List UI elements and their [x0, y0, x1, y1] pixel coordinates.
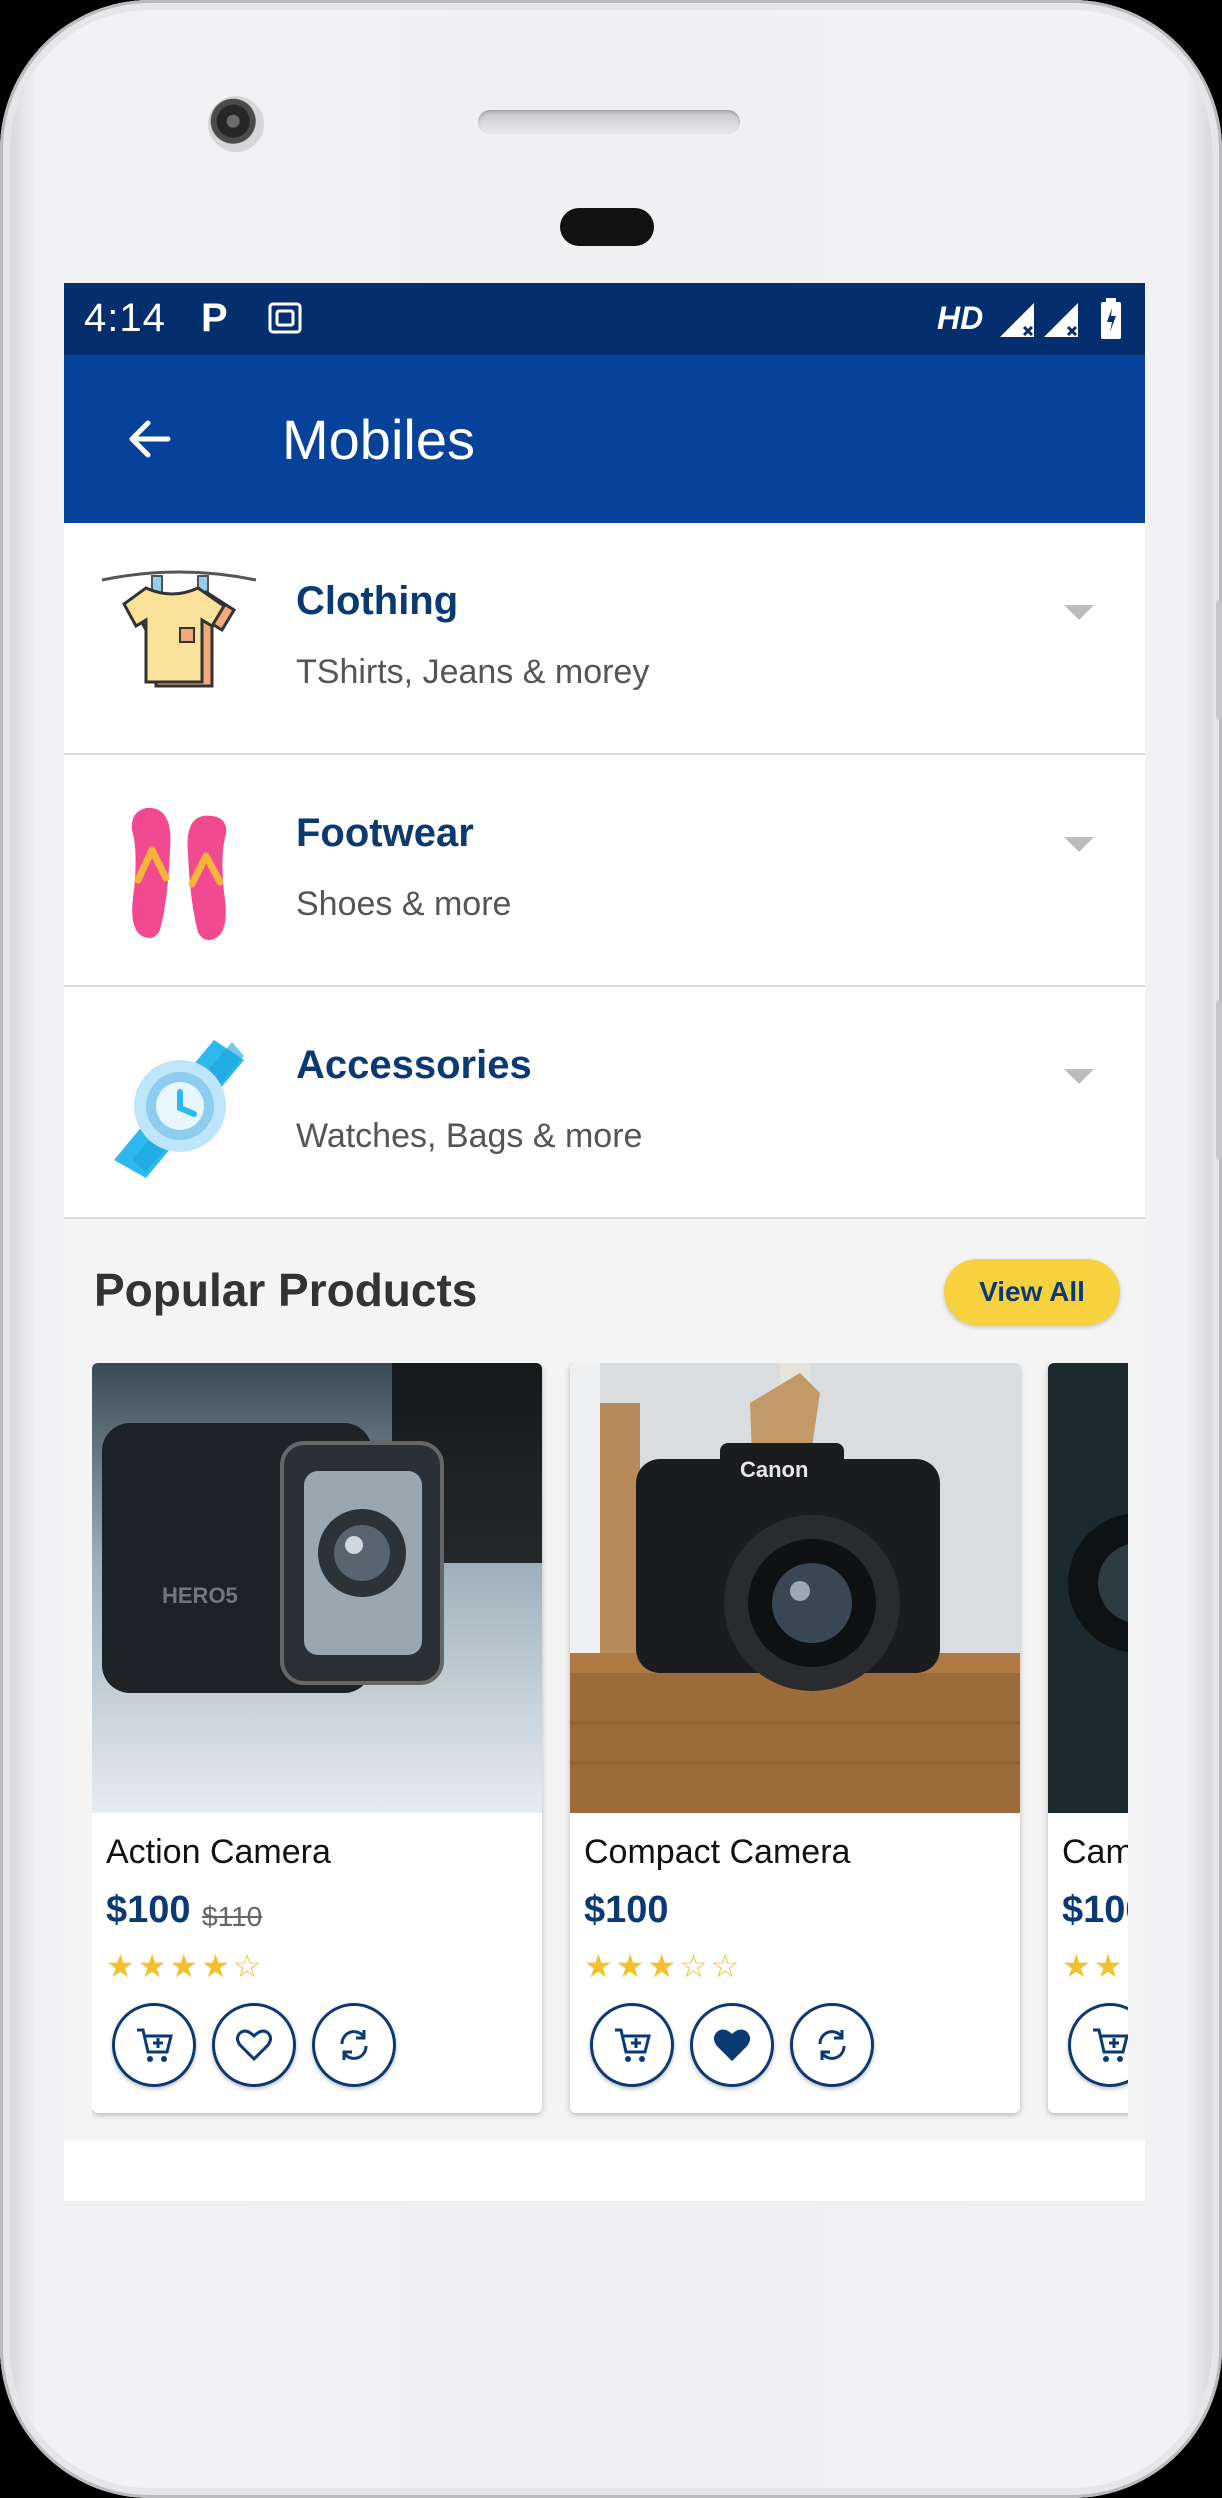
category-subtitle: TShirts, Jeans & morey: [296, 653, 650, 691]
product-carousel[interactable]: HERO5 Action Camera $100 $110 ★★★★☆ Cano…: [92, 1363, 1128, 2133]
sim-notification-icon: [268, 302, 302, 334]
product-card[interactable]: HERO5 Action Camera $100 $110 ★★★★☆: [92, 1363, 542, 2113]
category-item-clothing[interactable]: Clothing TShirts, Jeans & morey: [64, 523, 1145, 755]
rating-stars: ★★★★☆: [106, 1947, 264, 1985]
chevron-down-icon[interactable]: [1064, 837, 1094, 852]
product-old-price: $110: [202, 1901, 263, 1932]
category-subtitle: Shoes & more: [296, 885, 512, 923]
phone-frame: 4:14 P HD Mobiles Clothing TShirts, Jean…: [0, 0, 1222, 2498]
cart-plus-icon: [615, 2028, 651, 2062]
rating-stars: ★★: [1062, 1947, 1125, 1985]
category-title: Accessories: [296, 1043, 532, 1087]
star-icon: ★: [647, 1948, 680, 1984]
earpiece-speaker: [478, 110, 740, 134]
product-name: Cam: [1062, 1833, 1128, 1871]
product-image-compact-camera: Canon: [570, 1363, 1020, 1813]
star-icon: ★: [615, 1948, 648, 1984]
product-price: $100: [1062, 1889, 1128, 1931]
sync-icon: [340, 2030, 368, 2060]
screen: 4:14 P HD Mobiles Clothing TShirts, Jean…: [64, 283, 1145, 2201]
star-icon: ★: [201, 1948, 233, 1984]
product-name: Action Camera: [106, 1833, 331, 1871]
proximity-sensor: [560, 208, 654, 246]
product-card[interactable]: Cam $100 ★★: [1048, 1363, 1128, 2113]
star-outline-icon: ☆: [232, 1948, 265, 1984]
app-bar: Mobiles: [64, 355, 1145, 523]
star-icon: ★: [584, 1948, 616, 1984]
product-image-camera: [1048, 1363, 1128, 1813]
front-camera: [208, 96, 264, 152]
hd-indicator: HD: [937, 300, 984, 336]
signal-icon: [1000, 303, 1034, 337]
rating-stars: ★★★☆☆: [584, 1947, 742, 1985]
add-to-cart-button[interactable]: [112, 2003, 196, 2087]
category-title: Clothing: [296, 579, 459, 623]
chevron-down-icon[interactable]: [1064, 1069, 1094, 1084]
cart-plus-icon: [137, 2028, 173, 2062]
category-subtitle: Watches, Bags & more: [296, 1117, 643, 1155]
star-outline-icon: ☆: [679, 1948, 711, 1984]
favorite-button[interactable]: [690, 2003, 774, 2087]
star-outline-icon: ☆: [710, 1948, 743, 1984]
parking-notification-icon: P: [201, 296, 228, 340]
compare-button[interactable]: [312, 2003, 396, 2087]
category-item-accessories[interactable]: Accessories Watches, Bags & more: [64, 987, 1145, 1219]
power-button: [1216, 1000, 1222, 1160]
page-title: Mobiles: [282, 408, 475, 471]
heart-filled-icon: [714, 2029, 750, 2062]
bottom-area: [64, 2141, 1145, 2201]
view-all-button[interactable]: View All: [944, 1259, 1120, 1325]
product-price: $100: [106, 1889, 191, 1931]
status-time: 4:14: [84, 296, 166, 340]
chevron-down-icon[interactable]: [1064, 605, 1094, 620]
battery-icon: [1101, 298, 1121, 339]
favorite-button[interactable]: [212, 2003, 296, 2087]
category-item-footwear[interactable]: Footwear Shoes & more: [64, 755, 1145, 987]
star-icon: ★: [137, 1948, 170, 1984]
svg-text:Canon: Canon: [740, 1457, 808, 1482]
volume-button: [1216, 600, 1222, 720]
product-image-action-camera: HERO5: [92, 1363, 542, 1813]
add-to-cart-button[interactable]: [1068, 2003, 1128, 2087]
heart-outline-icon: [236, 2029, 272, 2062]
add-to-cart-button[interactable]: [590, 2003, 674, 2087]
back-arrow-icon[interactable]: [120, 409, 180, 469]
product-name: Compact Camera: [584, 1833, 851, 1871]
category-title: Footwear: [296, 811, 474, 855]
star-icon: ★: [169, 1948, 202, 1984]
tshirt-icon: [101, 570, 257, 688]
watch-icon: [114, 1040, 244, 1178]
sync-icon: [818, 2030, 846, 2060]
product-price: $100: [584, 1889, 669, 1931]
star-icon: ★: [1062, 1948, 1094, 1984]
status-bar: 4:14 P HD: [64, 283, 1145, 355]
product-card[interactable]: Canon Compact Camera $100 ★★★☆☆: [570, 1363, 1020, 2113]
star-icon: ★: [106, 1948, 138, 1984]
flipflops-icon: [131, 807, 227, 940]
compare-button[interactable]: [790, 2003, 874, 2087]
star-icon: ★: [1093, 1948, 1126, 1984]
svg-text:HERO5: HERO5: [162, 1583, 238, 1608]
section-title: Popular Products: [94, 1264, 478, 1316]
cart-plus-icon: [1093, 2028, 1128, 2062]
signal-icon-2: [1044, 303, 1078, 337]
